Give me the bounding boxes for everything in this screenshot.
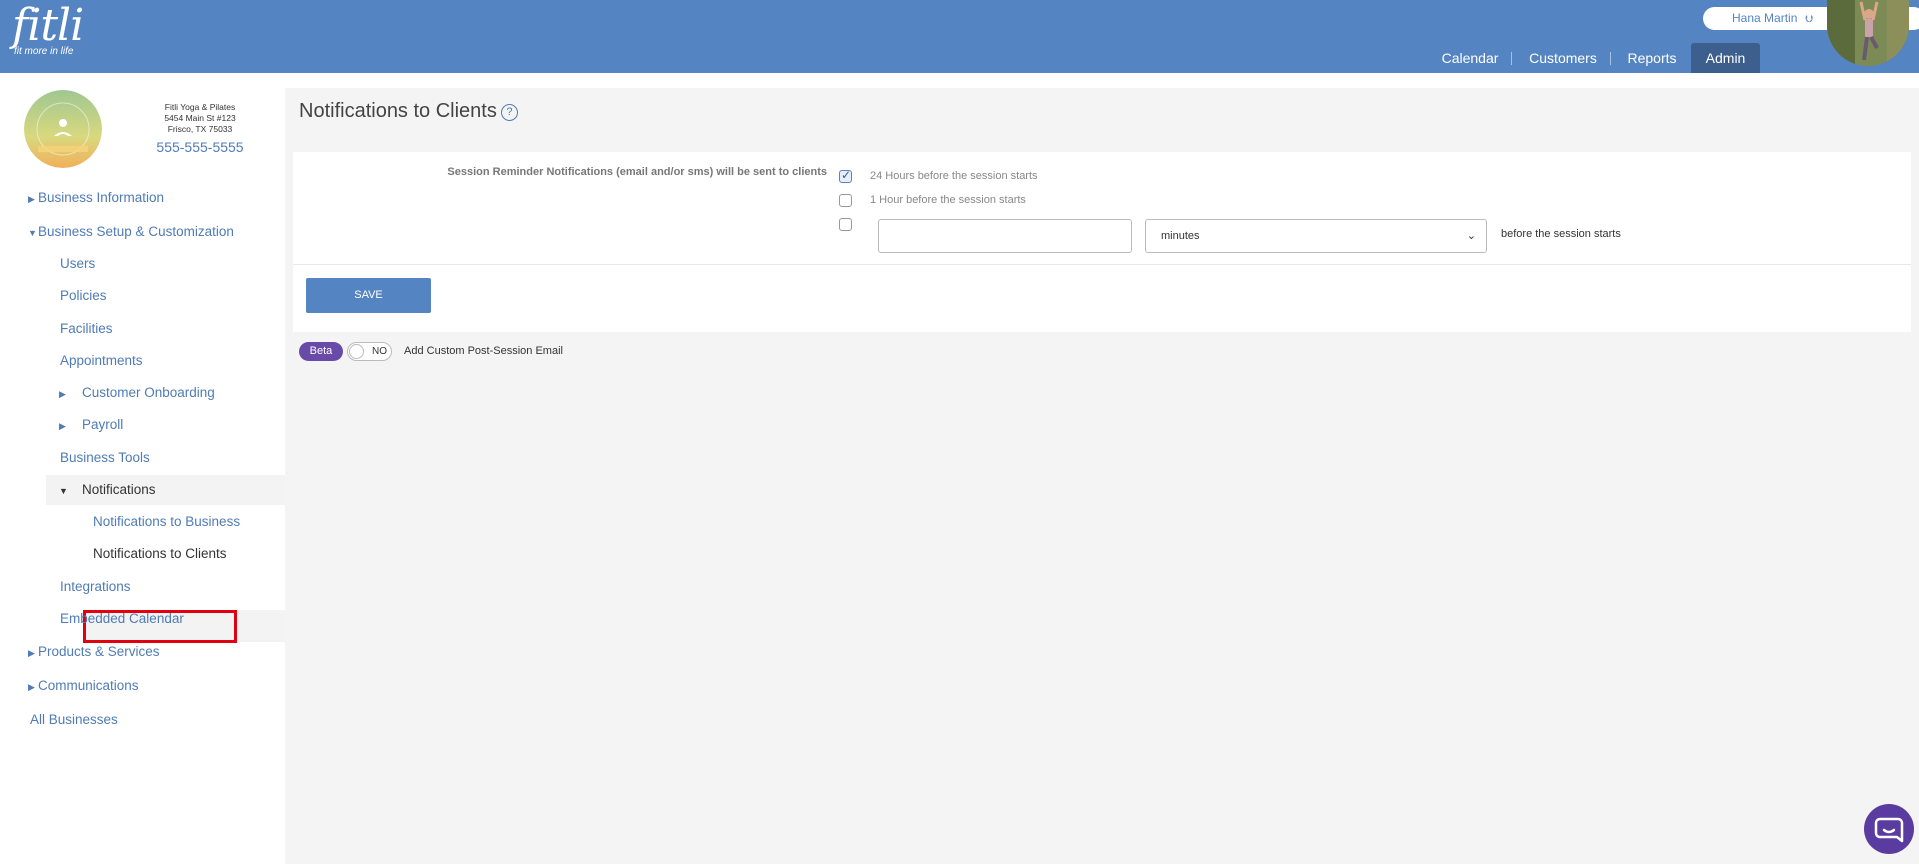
admin-sidebar: Fitli Yoga & Pilates 5454 Main St #123 F… xyxy=(0,73,285,864)
business-address-line1: 5454 Main St #123 xyxy=(164,113,236,123)
business-name: Fitli Yoga & Pilates xyxy=(164,102,236,112)
business-logo xyxy=(24,90,102,168)
sidebar-item-products-services[interactable]: ▶ Products & Services xyxy=(28,644,160,659)
caret-right-icon: ▶ xyxy=(28,648,35,658)
chat-support-button[interactable] xyxy=(1864,804,1914,854)
save-button[interactable]: SAVE xyxy=(306,278,431,313)
nav-divider xyxy=(1610,52,1611,65)
option-label-1-hour: 1 Hour before the session starts xyxy=(870,194,1026,206)
caret-right-icon: ▶ xyxy=(59,421,66,431)
toggle-knob xyxy=(349,344,364,359)
checkbox-24-hours[interactable] xyxy=(839,168,852,183)
main-nav: Calendar Customers Reports Admin xyxy=(0,43,1919,73)
sidebar-item-label: Payroll xyxy=(82,417,124,432)
before-session-label: before the session starts xyxy=(1501,228,1621,240)
option-label-24-hours: 24 Hours before the session starts xyxy=(870,170,1038,182)
logo-wordmark: fitli xyxy=(12,0,84,51)
chevron-down-icon: ⮋ xyxy=(1805,14,1813,25)
sidebar-item-customer-onboarding[interactable]: ▶ Customer Onboarding xyxy=(59,385,215,400)
sidebar-item-embedded-calendar[interactable]: Embedded Calendar xyxy=(60,611,184,626)
sidebar-item-appointments[interactable]: Appointments xyxy=(60,353,143,368)
panel-divider xyxy=(293,264,1911,265)
sidebar-item-business-information[interactable]: ▶ Business Information xyxy=(28,190,164,205)
sidebar-item-label: Notifications xyxy=(82,482,156,497)
reminder-settings-panel: Session Reminder Notifications (email an… xyxy=(293,152,1911,332)
caret-right-icon: ▶ xyxy=(59,389,66,399)
toggle-state-text: NO xyxy=(372,346,387,357)
sidebar-item-payroll[interactable]: ▶ Payroll xyxy=(59,417,123,432)
sidebar-item-policies[interactable]: Policies xyxy=(60,288,107,303)
checkbox-custom-time[interactable] xyxy=(839,218,852,231)
sidebar-item-all-businesses[interactable]: All Businesses xyxy=(30,712,118,727)
sidebar-item-communications[interactable]: ▶ Communications xyxy=(28,678,139,693)
main-content: Notifications to Clients? Session Remind… xyxy=(285,88,1919,864)
custom-time-input[interactable] xyxy=(878,219,1132,253)
beta-badge: Beta xyxy=(299,342,343,361)
nav-divider xyxy=(1511,52,1512,65)
sidebar-item-facilities[interactable]: Facilities xyxy=(60,321,113,336)
sidebar-item-notifications-to-clients[interactable]: Notifications to Clients xyxy=(93,546,227,561)
post-session-email-toggle[interactable]: NO xyxy=(347,342,392,361)
time-unit-select[interactable]: minutes ⌄ xyxy=(1145,219,1487,253)
post-session-email-label: Add Custom Post-Session Email xyxy=(404,345,563,357)
checkbox-1-hour[interactable] xyxy=(839,194,852,207)
page-title: Notifications to Clients? xyxy=(299,100,518,123)
help-icon[interactable]: ? xyxy=(500,104,518,121)
caret-down-icon: ▼ xyxy=(59,486,68,496)
nav-reports[interactable]: Reports xyxy=(1614,43,1690,73)
sidebar-item-integrations[interactable]: Integrations xyxy=(60,579,131,594)
sidebar-item-business-setup[interactable]: ▼Business Setup & Customization xyxy=(28,224,234,239)
caret-right-icon: ▶ xyxy=(28,194,35,204)
sidebar-item-users[interactable]: Users xyxy=(60,256,95,271)
sidebar-item-label: Business Information xyxy=(38,190,165,205)
business-info: Fitli Yoga & Pilates 5454 Main St #123 F… xyxy=(140,102,260,157)
page-title-text: Notifications to Clients xyxy=(299,100,497,122)
chat-bubble-icon xyxy=(1874,817,1904,843)
sidebar-item-label: Products & Services xyxy=(38,644,160,659)
caret-right-icon: ▶ xyxy=(28,682,35,692)
chevron-down-icon: ⌄ xyxy=(1466,230,1476,242)
sidebar-item-business-tools[interactable]: Business Tools xyxy=(60,450,150,465)
nav-admin[interactable]: Admin xyxy=(1691,43,1760,73)
nav-customers[interactable]: Customers xyxy=(1521,43,1605,73)
user-name: Hana Martin xyxy=(1732,11,1798,25)
sidebar-item-label: Communications xyxy=(38,678,139,693)
sidebar-item-label: Business Setup & Customization xyxy=(38,224,234,239)
sidebar-item-notifications[interactable]: ▼ Notifications xyxy=(59,482,156,497)
time-unit-value: minutes xyxy=(1161,230,1200,242)
business-phone[interactable]: 555-555-5555 xyxy=(140,137,260,157)
reminder-label: Session Reminder Notifications (email an… xyxy=(447,166,827,178)
nav-calendar[interactable]: Calendar xyxy=(1430,43,1510,73)
sidebar-item-notifications-to-business[interactable]: Notifications to Business xyxy=(93,514,240,529)
sidebar-item-label: Customer Onboarding xyxy=(82,385,215,400)
caret-down-icon: ▼ xyxy=(28,228,37,238)
business-address-line2: Frisco, TX 75033 xyxy=(167,124,233,134)
top-header: fitli fit more in life Hana Martin ⮋ Cale… xyxy=(0,0,1919,73)
